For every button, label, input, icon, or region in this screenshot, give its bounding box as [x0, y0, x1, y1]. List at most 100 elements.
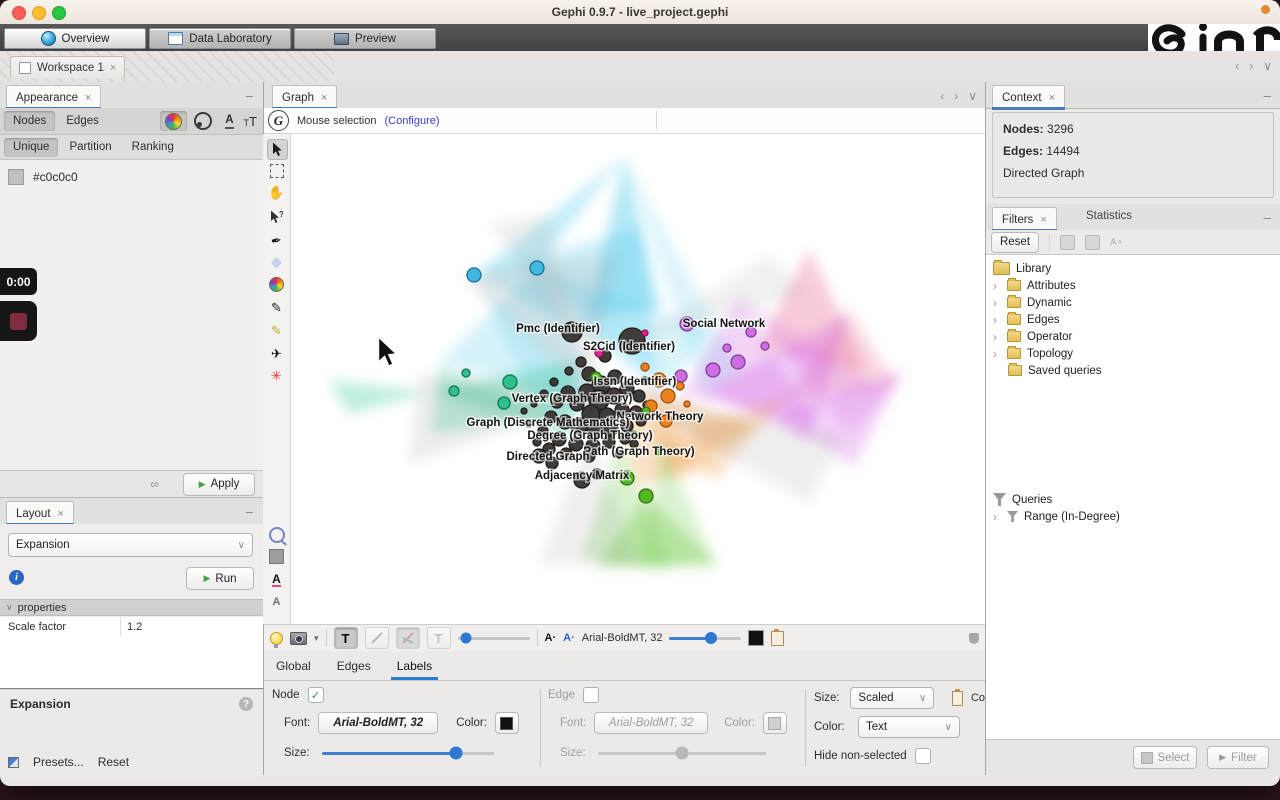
label-color-swatch[interactable]	[748, 630, 765, 646]
graph-menu-icon[interactable]: ∨	[968, 89, 977, 103]
node-size-knob[interactable]	[449, 746, 463, 760]
graph-node[interactable]	[461, 368, 471, 378]
hide-nonselected-checkbox[interactable]	[914, 748, 931, 764]
context-close-icon[interactable]: ×	[1049, 92, 1055, 104]
node-color-button[interactable]	[494, 712, 519, 734]
status-badge-icon[interactable]	[969, 632, 979, 644]
appearance-label-size-button[interactable]: TT	[242, 111, 263, 131]
filters-duplicate-icon[interactable]	[1085, 234, 1100, 250]
topology-expand-icon[interactable]: ›	[993, 347, 1001, 361]
graph-node[interactable]	[466, 267, 482, 283]
tree-queries[interactable]: Queries	[986, 491, 1280, 508]
graph-node[interactable]	[674, 369, 688, 383]
show-edge-labels-button[interactable]: T	[426, 627, 451, 649]
range-expand-icon[interactable]: ›	[993, 510, 1001, 524]
graph-node[interactable]	[730, 354, 746, 370]
edit-node-tool[interactable]: ?	[267, 208, 286, 227]
edge-size-knob[interactable]	[675, 746, 689, 760]
label-attributes-clipboard-icon[interactable]	[771, 628, 785, 646]
overview-perspective-button[interactable]: Overview	[4, 28, 146, 49]
layout-close-icon[interactable]: ×	[58, 508, 64, 520]
data-laboratory-perspective-button[interactable]: Data Laboratory	[149, 28, 291, 49]
sizer-tool[interactable]: ◆	[267, 252, 286, 271]
unique-tab[interactable]: Unique	[4, 137, 59, 157]
graph-node[interactable]	[448, 385, 460, 397]
minimize-window-button[interactable]	[32, 6, 46, 20]
edge-weight-knob[interactable]	[460, 632, 472, 644]
dynamic-expand-icon[interactable]: ›	[993, 296, 1001, 310]
tab-edges[interactable]: Edges	[337, 659, 371, 673]
screenshot-options-icon[interactable]: ▾	[314, 633, 319, 644]
tree-item-operator[interactable]: › Operator	[986, 328, 1280, 345]
presets-button[interactable]: Presets...	[33, 755, 84, 769]
graph-node[interactable]	[502, 374, 518, 390]
context-minimize-icon[interactable]: –	[1264, 88, 1271, 103]
tree-item-attributes[interactable]: › Attributes	[986, 277, 1280, 294]
unique-color-swatch[interactable]	[8, 169, 24, 185]
graph-node[interactable]	[632, 389, 646, 403]
graph-node[interactable]	[683, 400, 691, 408]
heatmap-tool[interactable]	[267, 275, 286, 294]
graph-node[interactable]	[641, 329, 649, 337]
ranking-tab[interactable]: Ranking	[123, 138, 183, 157]
node-label-size-icon[interactable]: A·	[563, 632, 575, 644]
node-font-button[interactable]: Arial-BoldMT, 32	[318, 712, 439, 734]
auto-apply-icon[interactable]: ∞	[150, 477, 159, 491]
close-window-button[interactable]	[12, 6, 26, 20]
filters-tab[interactable]: Filters ×	[992, 207, 1057, 232]
configure-link[interactable]: (Configure)	[385, 115, 440, 127]
label-scale-slider[interactable]	[669, 632, 742, 644]
graph-node[interactable]	[549, 377, 559, 387]
label-color-tool[interactable]: A	[267, 570, 286, 589]
filters-sheet-icon[interactable]	[1060, 234, 1075, 250]
tab-global[interactable]: Global	[276, 659, 311, 673]
show-edges-button[interactable]	[364, 627, 389, 649]
appearance-edges-tab[interactable]: Edges	[57, 111, 108, 131]
graph-node[interactable]	[722, 343, 732, 353]
painter-tool[interactable]: ✒	[267, 231, 286, 250]
help-icon[interactable]: ?	[239, 697, 253, 711]
attributes-expand-icon[interactable]: ›	[993, 279, 1001, 293]
label-scale-knob[interactable]	[705, 632, 718, 644]
node-labels-checkbox[interactable]: ✓	[307, 687, 324, 703]
layout-minimize-icon[interactable]: –	[246, 504, 253, 519]
lightbulb-icon[interactable]	[270, 631, 283, 648]
appearance-label-color-button[interactable]: A	[219, 111, 239, 131]
graph-node[interactable]	[529, 260, 545, 276]
apply-button[interactable]: ▶ Apply	[183, 472, 255, 496]
graph-prev-icon[interactable]: ‹	[940, 89, 944, 103]
layout-algorithm-select[interactable]: Expansion ∨	[8, 533, 253, 557]
center-graph-tool[interactable]	[267, 525, 286, 544]
edge-color-mode-button[interactable]	[395, 627, 420, 649]
tree-item-topology[interactable]: › Topology	[986, 345, 1280, 362]
workspace-tab[interactable]: Workspace 1 ×	[10, 56, 126, 78]
graph-node[interactable]	[520, 407, 528, 415]
show-node-labels-button[interactable]: T	[333, 627, 358, 649]
graph-node[interactable]	[564, 366, 574, 376]
statistics-tab[interactable]: Statistics	[1086, 210, 1132, 222]
graph-node[interactable]	[660, 388, 676, 404]
preview-perspective-button[interactable]: Preview	[294, 28, 436, 49]
stop-recording-button[interactable]	[0, 301, 37, 341]
edge-font-button[interactable]: Arial-BoldMT, 32	[594, 712, 709, 734]
reset-colors-tool[interactable]: ✳	[267, 366, 286, 385]
filter-button[interactable]: ▶ Filter	[1207, 746, 1269, 769]
workspace-menu-icon[interactable]: ∨	[1263, 59, 1272, 73]
context-tab[interactable]: Context ×	[992, 85, 1066, 110]
node-size-slider[interactable]	[321, 746, 494, 760]
edges-expand-icon[interactable]: ›	[993, 313, 1001, 327]
graph-node[interactable]	[640, 362, 650, 372]
layout-properties-header[interactable]: ∨ properties	[0, 599, 263, 616]
edge-pencil-tool[interactable]: ✎	[267, 321, 286, 340]
layout-tab[interactable]: Layout ×	[6, 501, 74, 526]
filters-minimize-icon[interactable]: –	[1264, 210, 1271, 225]
appearance-minimize-icon[interactable]: –	[246, 88, 253, 103]
tree-item-saved-queries[interactable]: Saved queries	[986, 362, 1280, 379]
workspace-close-icon[interactable]: ×	[110, 62, 116, 74]
node-pencil-tool[interactable]: ✎	[267, 298, 286, 317]
tree-item-edges[interactable]: › Edges	[986, 311, 1280, 328]
filters-autoapply-icon[interactable]: A∘	[1110, 237, 1123, 248]
configure-clipboard-icon[interactable]	[952, 688, 963, 706]
layout-reset-button[interactable]: Reset	[98, 755, 129, 769]
edge-labels-checkbox[interactable]	[582, 687, 599, 703]
